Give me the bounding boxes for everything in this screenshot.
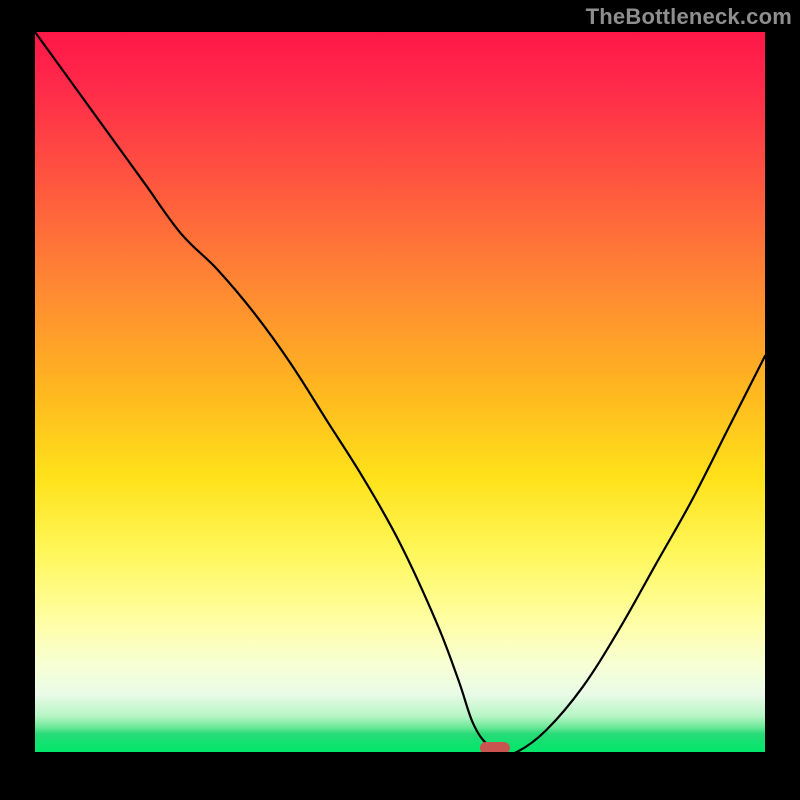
bottleneck-curve — [35, 32, 765, 752]
chart-frame: TheBottleneck.com — [0, 0, 800, 800]
valley-marker — [480, 742, 510, 752]
watermark-text: TheBottleneck.com — [586, 4, 792, 30]
chart-svg — [35, 32, 765, 752]
plot-area — [35, 32, 765, 752]
